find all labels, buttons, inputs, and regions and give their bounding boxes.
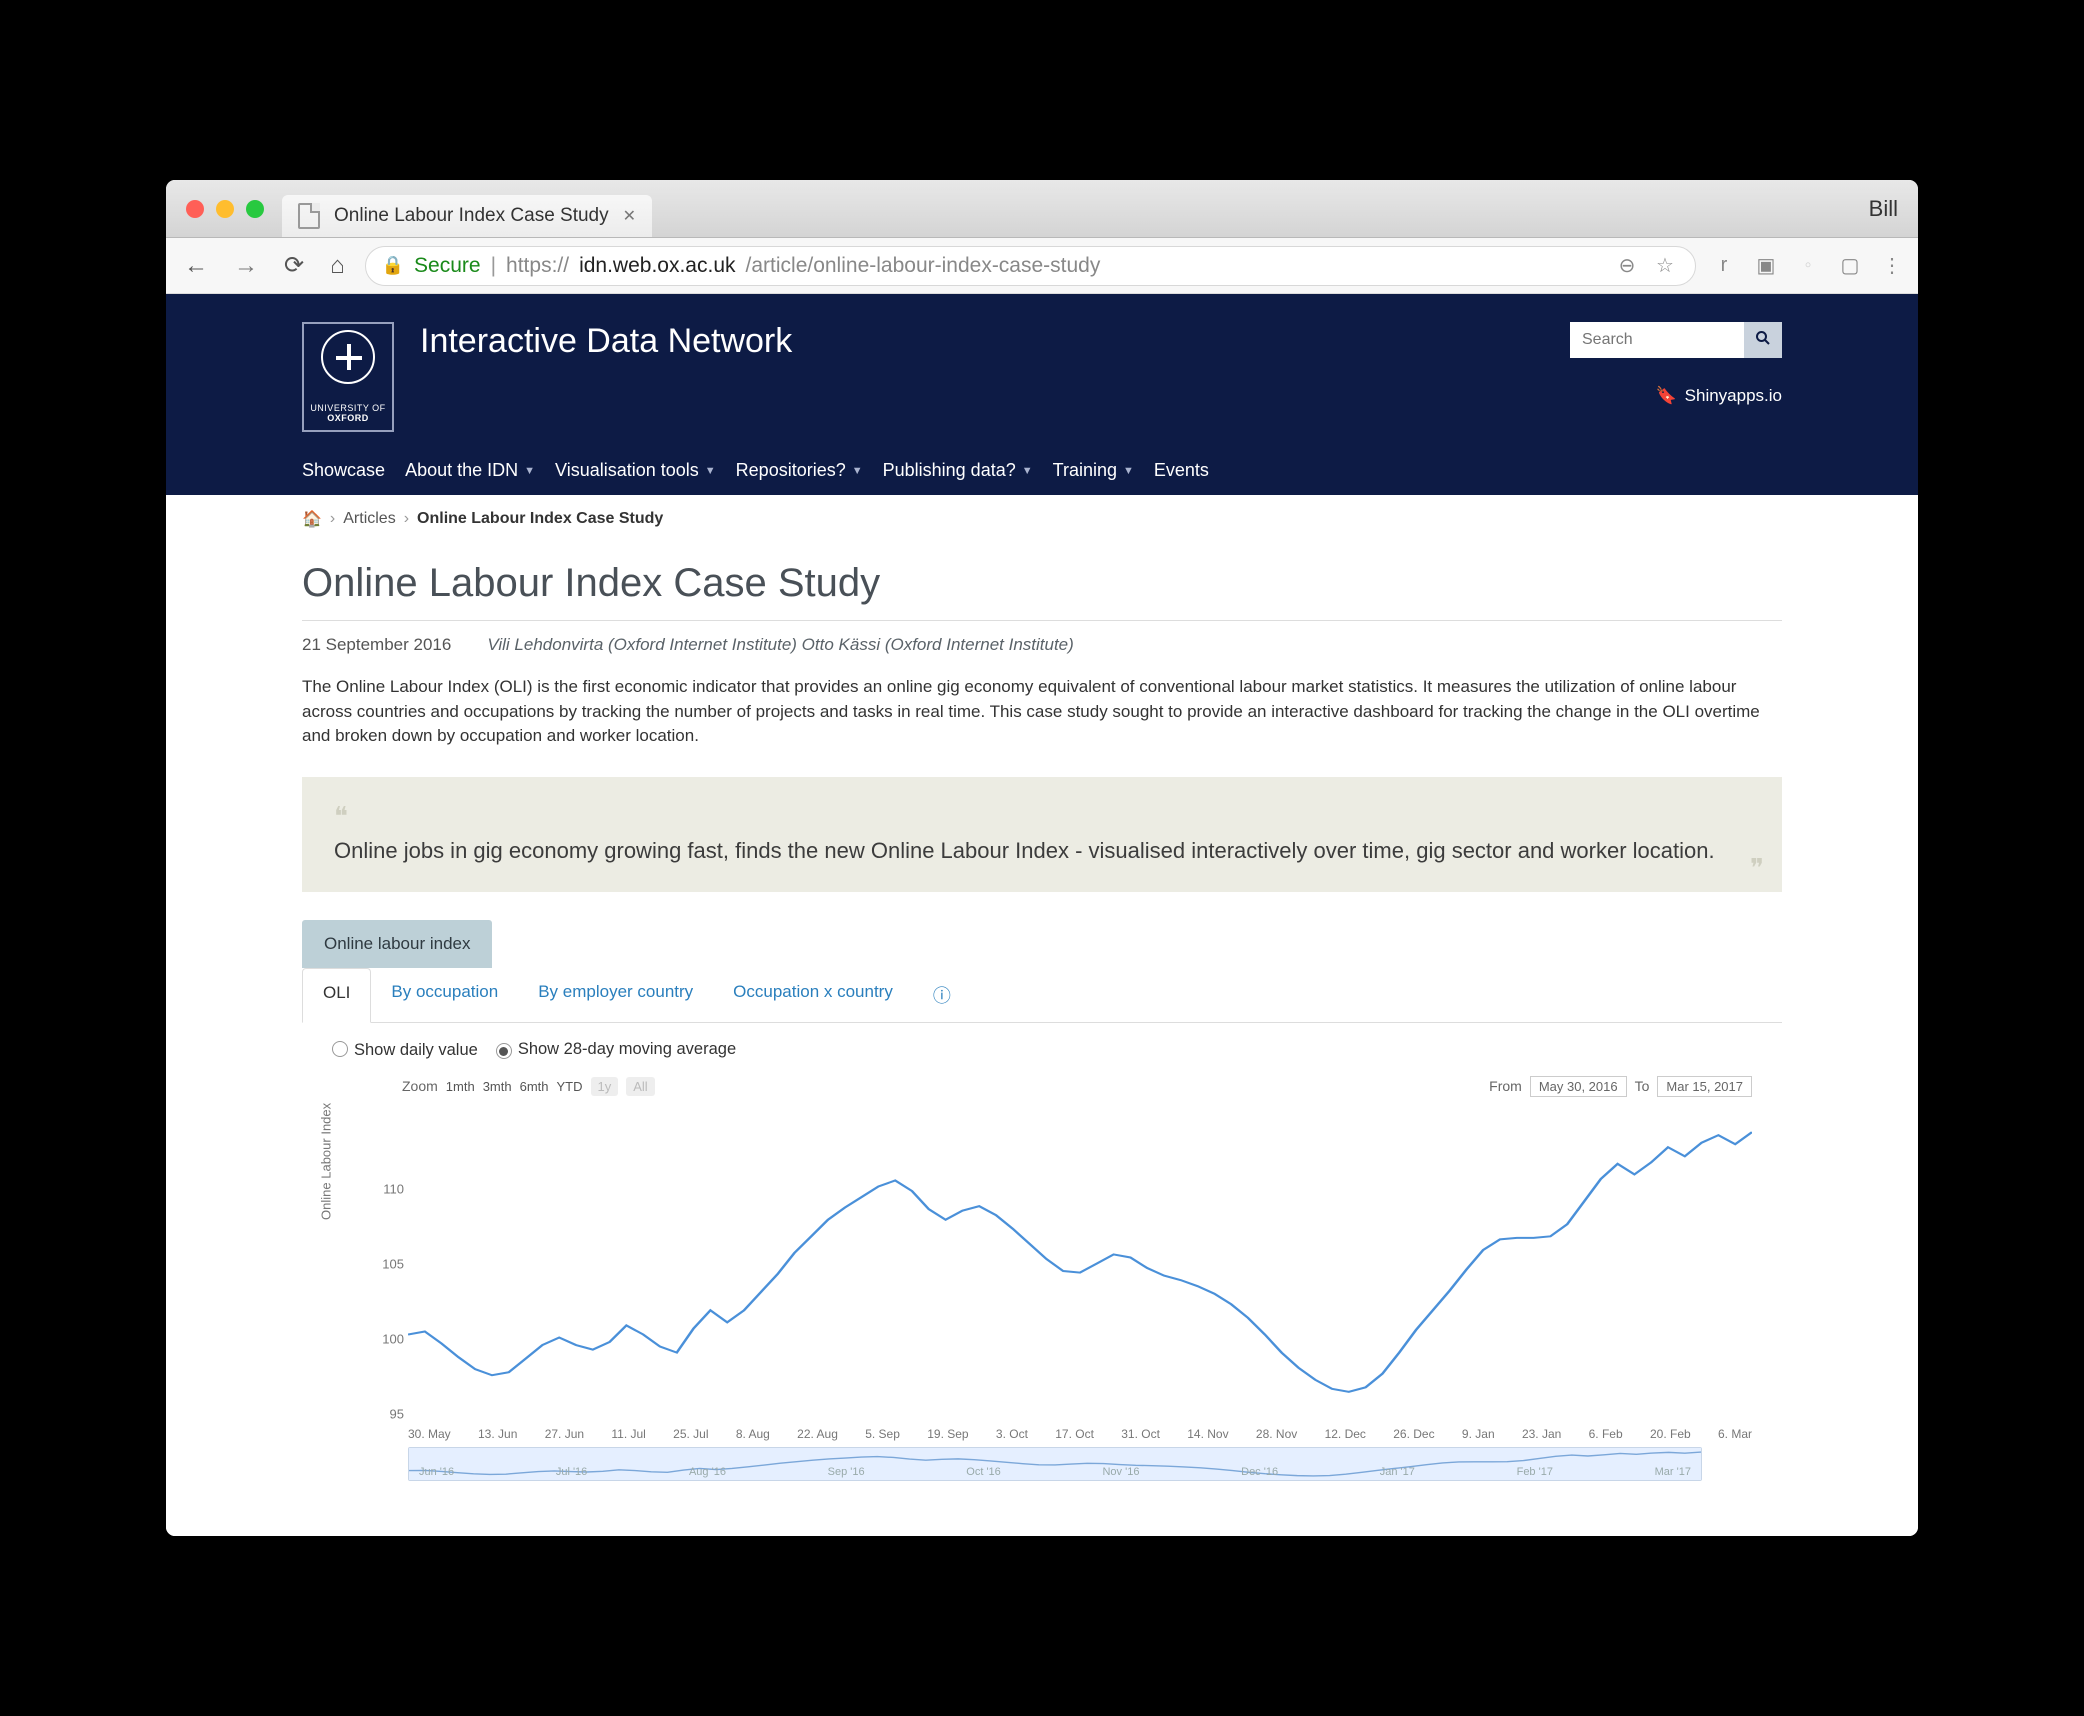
- url-path: /article/online-labour-index-case-study: [746, 254, 1101, 278]
- lock-icon: 🔒: [382, 255, 404, 276]
- main-navigation: Showcase About the IDN▼ Visualisation to…: [302, 460, 1782, 495]
- article-authors: Vili Lehdonvirta (Oxford Internet Instit…: [487, 635, 1073, 655]
- range-from-label: From: [1489, 1078, 1522, 1094]
- chart-navigator[interactable]: Jun '16Jul '16Aug '16Sep '16Oct '16Nov '…: [408, 1447, 1702, 1481]
- reload-button[interactable]: ⟳: [278, 245, 310, 286]
- x-axis-ticks: 30. May13. Jun27. Jun11. Jul25. Jul8. Au…: [408, 1427, 1752, 1441]
- chevron-down-icon: ▼: [524, 465, 535, 477]
- search-input[interactable]: [1570, 322, 1744, 358]
- minimize-window-button[interactable]: [216, 200, 234, 218]
- forward-button: →: [228, 246, 264, 286]
- zoom-all[interactable]: All: [626, 1077, 654, 1096]
- secure-label: Secure: [414, 254, 481, 278]
- breadcrumb-home-icon[interactable]: 🏠: [302, 509, 322, 529]
- nav-repositories[interactable]: Repositories?▼: [736, 460, 863, 481]
- bookmark-icon: 🔖: [1655, 386, 1676, 406]
- zoom-1mth[interactable]: 1mth: [446, 1079, 475, 1094]
- radio-28day[interactable]: Show 28-day moving average: [496, 1040, 736, 1059]
- article-date: 21 September 2016: [302, 635, 451, 655]
- nav-showcase[interactable]: Showcase: [302, 460, 385, 481]
- window-titlebar: Online Labour Index Case Study ✕ Bill: [166, 180, 1918, 238]
- site-title[interactable]: Interactive Data Network: [420, 322, 792, 361]
- nav-publishing-data[interactable]: Publishing data?▼: [883, 460, 1033, 481]
- extension-r-icon[interactable]: r: [1710, 250, 1738, 281]
- extension-dim-icon[interactable]: ◦: [1794, 250, 1822, 281]
- chart-radio-controls: Show daily value Show 28-day moving aver…: [302, 1023, 1782, 1068]
- tab-by-occupation[interactable]: By occupation: [371, 968, 518, 1022]
- range-to-input[interactable]: Mar 15, 2017: [1657, 1076, 1752, 1097]
- viz-tabs: OLI By occupation By employer country Oc…: [302, 968, 1782, 1023]
- viz-master-tab[interactable]: Online labour index: [302, 920, 492, 968]
- browser-tab[interactable]: Online Labour Index Case Study ✕: [282, 195, 652, 237]
- close-tab-icon[interactable]: ✕: [623, 206, 636, 226]
- quote-open-icon: ❝: [334, 801, 1750, 832]
- home-button[interactable]: ⌂: [324, 246, 351, 286]
- chart-area: Online Labour Index 95100105110 30. May1…: [352, 1101, 1752, 1441]
- y-axis-label: Online Labour Index: [319, 1103, 334, 1220]
- maximize-window-button[interactable]: [246, 200, 264, 218]
- range-to-label: To: [1635, 1078, 1650, 1094]
- address-bar[interactable]: 🔒 Secure | https://idn.web.ox.ac.uk/arti…: [365, 246, 1696, 286]
- search-icon: [1755, 330, 1771, 346]
- nav-visualisation-tools[interactable]: Visualisation tools▼: [555, 460, 716, 481]
- search-button[interactable]: [1744, 322, 1782, 358]
- page-title: Online Labour Index Case Study: [302, 561, 1782, 606]
- nav-about-idn[interactable]: About the IDN▼: [405, 460, 535, 481]
- quote-close-icon: ❞: [1750, 853, 1764, 884]
- tab-by-employer-country[interactable]: By employer country: [518, 968, 713, 1022]
- tab-occupation-x-country[interactable]: Occupation x country: [713, 968, 913, 1022]
- back-button[interactable]: ←: [178, 246, 214, 286]
- chevron-down-icon: ▼: [852, 465, 863, 477]
- tab-oli[interactable]: OLI: [302, 968, 371, 1023]
- zoom-1y[interactable]: 1y: [591, 1077, 619, 1096]
- article-intro: The Online Labour Index (OLI) is the fir…: [302, 675, 1782, 749]
- browser-toolbar: ← → ⟳ ⌂ 🔒 Secure | https://idn.web.ox.ac…: [166, 238, 1918, 294]
- breadcrumb: 🏠 › Articles › Online Labour Index Case …: [302, 495, 1782, 543]
- close-window-button[interactable]: [186, 200, 204, 218]
- breadcrumb-current: Online Labour Index Case Study: [417, 510, 663, 528]
- site-header: UNIVERSITY OFOXFORD Interactive Data Net…: [166, 294, 1918, 495]
- chart-zoom-toolbar: Zoom 1mth 3mth 6mth YTD 1y All From May …: [302, 1068, 1782, 1101]
- chevron-down-icon: ▼: [1022, 465, 1033, 477]
- chart-plot[interactable]: [408, 1111, 1752, 1413]
- extension-box-icon[interactable]: ▣: [1752, 249, 1780, 282]
- url-domain: idn.web.ox.ac.uk: [579, 254, 735, 278]
- page-favicon-icon: [298, 203, 320, 229]
- zoom-6mth[interactable]: 6mth: [520, 1079, 549, 1094]
- pull-quote: ❝ Online jobs in gig economy growing fas…: [302, 777, 1782, 892]
- shinyapps-link[interactable]: 🔖 Shinyapps.io: [1655, 386, 1782, 406]
- site-search: [1570, 322, 1782, 358]
- quote-text: Online jobs in gig economy growing fast,…: [334, 838, 1750, 864]
- chrome-menu-icon[interactable]: ⋮: [1878, 249, 1906, 282]
- chevron-down-icon: ▼: [1123, 465, 1134, 477]
- radio-daily[interactable]: Show daily value: [332, 1039, 478, 1060]
- article-meta: 21 September 2016 Vili Lehdonvirta (Oxfo…: [302, 620, 1782, 655]
- zoom-ytd[interactable]: YTD: [557, 1079, 583, 1094]
- y-axis-ticks: 95100105110: [370, 1101, 410, 1441]
- breadcrumb-articles[interactable]: Articles: [343, 510, 395, 528]
- nav-events[interactable]: Events: [1154, 460, 1209, 481]
- window-controls: [166, 200, 282, 218]
- oxford-crest-logo[interactable]: UNIVERSITY OFOXFORD: [302, 322, 394, 432]
- bookmark-star-icon[interactable]: ☆: [1651, 249, 1679, 282]
- url-scheme: https://: [506, 254, 569, 278]
- zoom-label: Zoom: [402, 1078, 438, 1094]
- zoom-3mth[interactable]: 3mth: [483, 1079, 512, 1094]
- nav-training[interactable]: Training▼: [1053, 460, 1134, 481]
- range-from-input[interactable]: May 30, 2016: [1530, 1076, 1627, 1097]
- tab-info-icon[interactable]: ⓘ: [913, 968, 971, 1022]
- extension-square-icon[interactable]: ▢: [1836, 249, 1864, 282]
- tab-title: Online Labour Index Case Study: [334, 205, 609, 227]
- chrome-profile-name[interactable]: Bill: [1869, 196, 1918, 222]
- chevron-down-icon: ▼: [705, 465, 716, 477]
- zoom-icon[interactable]: ⊖: [1613, 249, 1641, 282]
